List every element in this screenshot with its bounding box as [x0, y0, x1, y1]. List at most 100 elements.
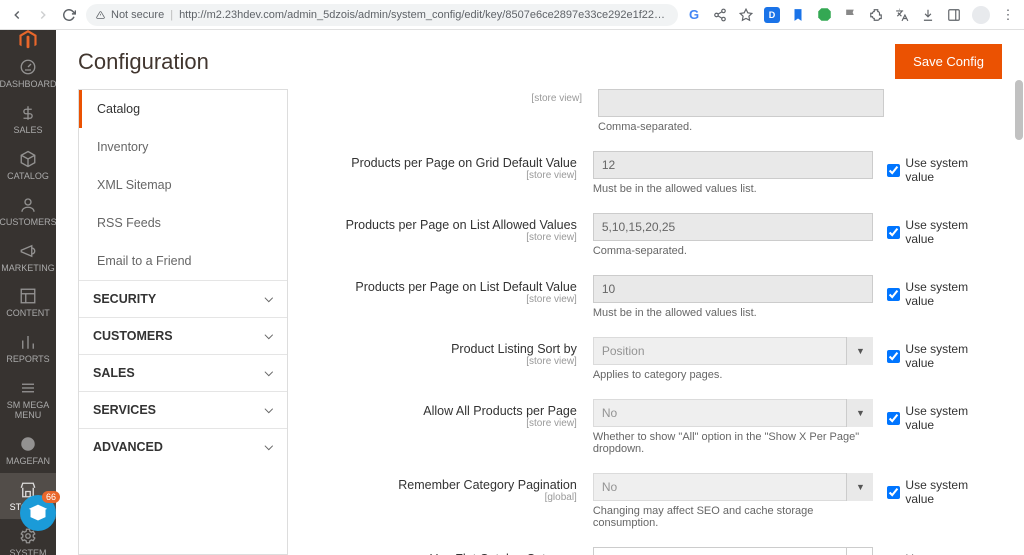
- field-row: Use Flat Catalog Category[global]YesUse …: [308, 547, 998, 555]
- menu-icon[interactable]: ⋮: [1000, 7, 1016, 23]
- field-hint: Must be in the allowed values list.: [593, 307, 874, 319]
- download-icon[interactable]: [920, 7, 936, 23]
- use-system-checkbox-wrap: Use system value: [873, 213, 998, 246]
- field-scope: [store view]: [308, 170, 577, 181]
- field-input: [593, 213, 874, 241]
- url-text: http://m2.23hdev.com/admin_5dzois/admin/…: [179, 9, 668, 21]
- config-tab-rss-feeds[interactable]: RSS Feeds: [79, 204, 287, 242]
- field-select: No: [593, 473, 874, 501]
- field-input: [598, 89, 884, 117]
- config-tab-xml-sitemap[interactable]: XML Sitemap: [79, 166, 287, 204]
- mf-icon: [18, 434, 38, 454]
- profile-avatar[interactable]: [972, 6, 990, 24]
- field-hint: Whether to show "All" option in the "Sho…: [593, 431, 874, 455]
- use-system-checkbox-wrap: Use system value: [873, 275, 998, 308]
- nav-reports[interactable]: REPORTS: [0, 325, 56, 371]
- use-system-checkbox[interactable]: [887, 350, 900, 363]
- gauge-icon: [18, 57, 38, 77]
- panel-icon[interactable]: [946, 7, 962, 23]
- field-row: Products per Page on List Default Value[…: [308, 275, 998, 319]
- bookmark-icon[interactable]: [738, 7, 754, 23]
- use-system-label: Use system value: [905, 478, 998, 506]
- field-label: Products per Page on List Default Value: [355, 280, 576, 294]
- config-tab-catalog[interactable]: Catalog: [79, 90, 287, 128]
- field-label: Product Listing Sort by: [451, 342, 577, 356]
- scrollbar[interactable]: [1014, 60, 1024, 555]
- help-widget[interactable]: [20, 495, 56, 531]
- field-row: Remember Category Pagination[global]NoCh…: [308, 473, 998, 529]
- bars-icon: [18, 332, 38, 352]
- field-hint: Changing may affect SEO and cache storag…: [593, 505, 874, 529]
- extension-d-icon[interactable]: D: [764, 7, 780, 23]
- config-tab-email-to-a-friend[interactable]: Email to a Friend: [79, 242, 287, 280]
- config-form: [store view] Comma-separated. Products per…: [288, 89, 1008, 555]
- not-secure-icon: [96, 9, 105, 21]
- field-input: [593, 275, 874, 303]
- field-row: Products per Page on List Allowed Values…: [308, 213, 998, 257]
- field-scope: [store view]: [308, 294, 577, 305]
- translate-icon[interactable]: [894, 7, 910, 23]
- forward-button[interactable]: [34, 6, 52, 24]
- use-system-checkbox[interactable]: [887, 412, 900, 425]
- field-scope: [store view]: [308, 356, 577, 367]
- nav-sm-mega-menu[interactable]: SM MEGA MENU: [0, 371, 56, 427]
- config-section-sales[interactable]: SALES⌵: [79, 354, 287, 391]
- google-icon[interactable]: G: [686, 7, 702, 23]
- nav-sales[interactable]: SALES: [0, 96, 56, 142]
- use-system-checkbox[interactable]: [887, 226, 900, 239]
- share-icon[interactable]: [712, 7, 728, 23]
- chevron-down-icon: ⌵: [265, 293, 273, 306]
- nav-dashboard[interactable]: DASHBOARD: [0, 50, 56, 96]
- page-header: Configuration Save Config: [56, 30, 1024, 89]
- field-label: Remember Category Pagination: [398, 478, 577, 492]
- field-row: Allow All Products per Page[store view]N…: [308, 399, 998, 455]
- nav-content[interactable]: CONTENT: [0, 279, 56, 325]
- save-config-button[interactable]: Save Config: [895, 44, 1002, 79]
- address-bar[interactable]: Not secure | http://m2.23hdev.com/admin_…: [86, 4, 678, 26]
- chevron-down-icon: ⌵: [265, 404, 273, 417]
- field-scope: [store view]: [308, 93, 582, 104]
- chevron-down-icon: ⌵: [265, 441, 273, 454]
- config-section-services[interactable]: SERVICES⌵: [79, 391, 287, 428]
- box-icon: [18, 149, 38, 169]
- bullhorn-icon: [18, 241, 38, 261]
- nav-marketing[interactable]: MARKETING: [0, 234, 56, 280]
- dollar-icon: [18, 103, 38, 123]
- nav-customers[interactable]: CUSTOMERS: [0, 188, 56, 234]
- extensions-icon[interactable]: [868, 7, 884, 23]
- chevron-down-icon: ⌵: [265, 330, 273, 343]
- field-select[interactable]: Yes: [593, 547, 874, 555]
- field-row: Products per Page on Grid Default Value[…: [308, 151, 998, 195]
- field-hint: Comma-separated.: [598, 121, 884, 133]
- use-system-checkbox-wrap: Use system value: [873, 151, 998, 184]
- field-label: Products per Page on Grid Default Value: [351, 156, 577, 170]
- back-button[interactable]: [8, 6, 26, 24]
- chevron-down-icon: ⌵: [265, 367, 273, 380]
- use-system-checkbox[interactable]: [887, 164, 900, 177]
- config-section-security[interactable]: SECURITY⌵: [79, 280, 287, 317]
- browser-actions: G D: [686, 6, 1016, 24]
- config-tab-inventory[interactable]: Inventory: [79, 128, 287, 166]
- config-section-customers[interactable]: CUSTOMERS⌵: [79, 317, 287, 354]
- extension-bookmark-icon[interactable]: [790, 7, 806, 23]
- use-system-checkbox[interactable]: [887, 486, 900, 499]
- use-system-checkbox[interactable]: [887, 288, 900, 301]
- nav-catalog[interactable]: CATALOG: [0, 142, 56, 188]
- config-section-advanced[interactable]: ADVANCED⌵: [79, 428, 287, 465]
- use-system-checkbox-wrap: [884, 89, 898, 94]
- magento-logo[interactable]: [0, 30, 56, 50]
- admin-leftnav: DASHBOARDSALESCATALOGCUSTOMERSMARKETINGC…: [0, 30, 56, 555]
- page-title: Configuration: [78, 49, 209, 75]
- use-system-checkbox-wrap: Use system value: [873, 337, 998, 370]
- field-label: Allow All Products per Page: [423, 404, 577, 418]
- extension-adblock-icon[interactable]: [816, 7, 832, 23]
- use-system-label: Use system value: [905, 404, 998, 432]
- browser-toolbar: Not secure | http://m2.23hdev.com/admin_…: [0, 0, 1024, 30]
- reload-button[interactable]: [60, 6, 78, 24]
- use-system-label: Use system value: [905, 156, 998, 184]
- nav-magefan[interactable]: MAGEFAN: [0, 427, 56, 473]
- field-select: Position: [593, 337, 874, 365]
- use-system-label: Use system value: [905, 280, 998, 308]
- use-system-checkbox-wrap: Use system value: [873, 473, 998, 506]
- flag-icon[interactable]: [842, 7, 858, 23]
